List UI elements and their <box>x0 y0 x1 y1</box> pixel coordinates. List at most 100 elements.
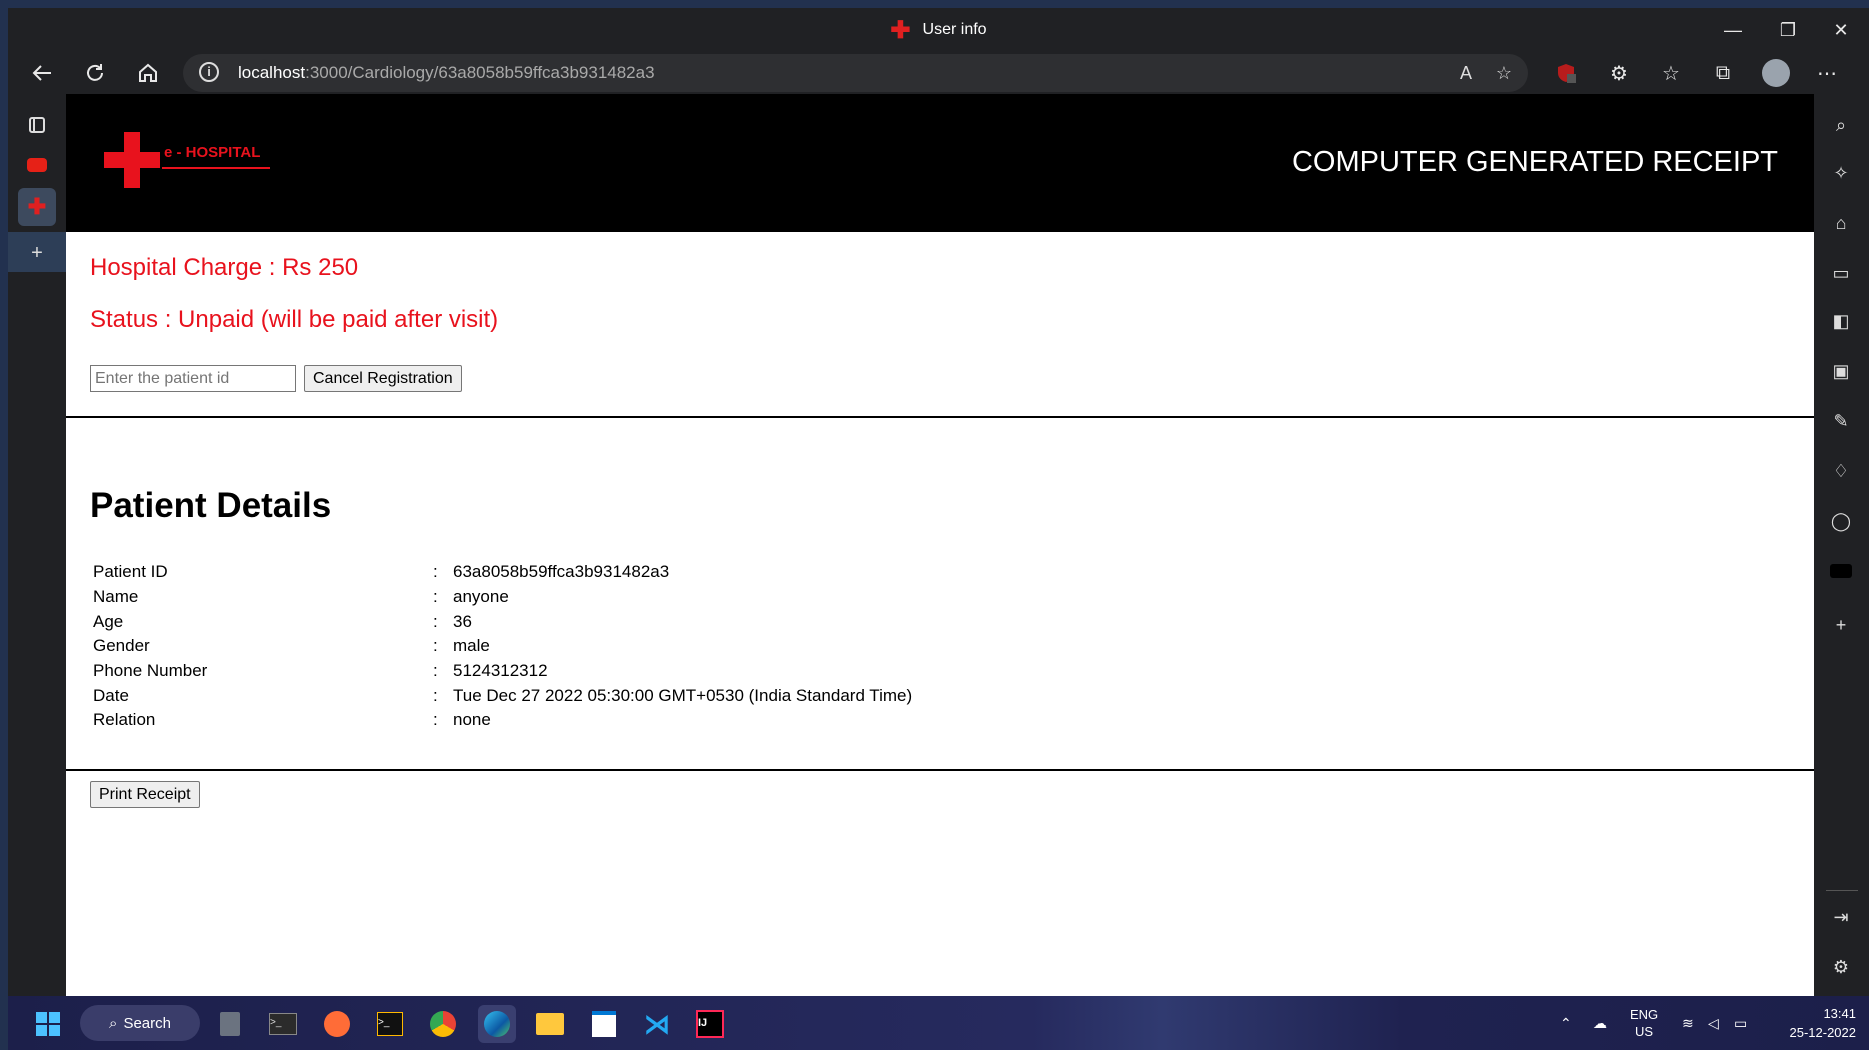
new-tab-button[interactable]: + <box>18 234 56 272</box>
url-path: :3000/Cardiology/63a8058b59ffca3b931482a… <box>305 63 655 82</box>
ellipsis-icon: ⋯ <box>1817 62 1837 85</box>
table-row: Age : 36 <box>90 609 912 634</box>
browser-title-bar: ✚ User info — ❐ ✕ <box>8 8 1869 52</box>
sidebar-search-button[interactable]: ⌕ <box>1822 106 1860 144</box>
office-icon: ◧ <box>1832 310 1850 331</box>
clock-time: 13:41 <box>1823 1006 1856 1021</box>
chrome-app[interactable] <box>424 1005 462 1043</box>
favorites-button[interactable]: ☆ <box>1651 54 1691 92</box>
restore-button[interactable]: ❐ <box>1760 8 1816 52</box>
row-label: Gender <box>93 636 150 656</box>
tab-actions-icon <box>29 117 45 133</box>
show-hidden-icons[interactable]: ⌃ <box>1560 996 1572 1050</box>
volume-tray[interactable]: ◁ <box>1708 996 1719 1050</box>
store-app[interactable] <box>585 1005 623 1043</box>
divider-bottom <box>66 769 1814 771</box>
edge-app[interactable] <box>478 1005 516 1043</box>
ublock-extension-icon[interactable] <box>1546 54 1586 92</box>
wifi-tray[interactable]: ≋ <box>1682 996 1694 1050</box>
cancel-registration-button[interactable]: Cancel Registration <box>304 365 462 392</box>
patient-details-title: Patient Details <box>90 486 332 525</box>
edge-icon <box>484 1011 510 1037</box>
web-page: e - HOSPITAL COMPUTER GENERATED RECEIPT … <box>66 94 1814 996</box>
patient-id-input[interactable] <box>90 365 296 392</box>
language-indicator[interactable]: ENG US <box>1630 996 1658 1050</box>
toolbox-icon: ▭ <box>1832 262 1850 283</box>
search-icon: ⌕ <box>1835 114 1847 135</box>
collections-button[interactable]: ⧉ <box>1703 54 1743 92</box>
url-host: localhost <box>238 63 306 82</box>
battery-icon: ▭ <box>1734 1014 1748 1031</box>
sidebar-add-button[interactable]: + <box>1822 606 1860 644</box>
url-text[interactable]: localhost:3000/Cardiology/63a8058b59ffca… <box>238 54 655 92</box>
add-favorite-icon[interactable]: ☆ <box>1491 60 1517 86</box>
outlook-icon: ▣ <box>1832 360 1850 381</box>
calculator-app[interactable] <box>211 1005 249 1043</box>
logo-underline <box>162 167 270 169</box>
back-button[interactable] <box>22 54 62 92</box>
refresh-icon <box>87 64 103 81</box>
file-explorer-app[interactable] <box>531 1005 569 1043</box>
gear-icon: ⚙ <box>1832 956 1850 977</box>
site-info-icon[interactable]: i <box>199 62 219 82</box>
cmd-app[interactable]: >_ <box>371 1005 409 1043</box>
hide-sidebar-button[interactable]: ⇥ <box>1822 898 1860 936</box>
address-bar[interactable]: i localhost:3000/Cardiology/63a8058b59ff… <box>183 54 1528 92</box>
back-arrow-icon <box>32 65 51 81</box>
profile-button[interactable] <box>1756 54 1796 92</box>
clock[interactable]: 13:41 25-12-2022 <box>1776 996 1857 1050</box>
hospital-charge: Hospital Charge : Rs 250 <box>90 254 359 281</box>
postman-icon <box>324 1011 350 1037</box>
sidebar-discover-button[interactable]: ✧ <box>1822 154 1860 192</box>
lang-top: ENG <box>1630 1007 1659 1022</box>
sidebar-whatsapp-button[interactable]: ◯ <box>1822 502 1860 540</box>
home-button[interactable] <box>128 54 168 92</box>
tab-youtube[interactable] <box>18 146 56 184</box>
read-aloud-icon[interactable]: A <box>1453 60 1479 86</box>
sidebar-games-button[interactable]: ♢ <box>1822 452 1860 490</box>
youtube-icon <box>27 158 47 172</box>
onedrive-tray[interactable]: ☁ <box>1593 996 1607 1050</box>
row-value: anyone <box>453 587 509 607</box>
sidebar-designer-button[interactable]: ✎ <box>1822 402 1860 440</box>
sidebar-tools-button[interactable]: ▭ <box>1822 254 1860 292</box>
sidebar-outlook-button[interactable]: ▣ <box>1822 352 1860 390</box>
postman-app[interactable] <box>318 1005 356 1043</box>
calculator-icon <box>220 1012 240 1036</box>
table-row: Date : Tue Dec 27 2022 05:30:00 GMT+0530… <box>90 683 912 708</box>
vscode-app[interactable]: ⋊ <box>638 1005 676 1043</box>
windows-logo-icon <box>36 1012 60 1036</box>
tag-icon: ⌂ <box>1835 212 1847 233</box>
table-row: Gender : male <box>90 634 912 659</box>
puzzle-icon: ⚙ <box>1610 62 1628 85</box>
refresh-button[interactable] <box>75 54 115 92</box>
start-button[interactable] <box>29 1005 67 1043</box>
hospital-logo[interactable]: e - HOSPITAL <box>104 132 270 188</box>
row-value: Tue Dec 27 2022 05:30:00 GMT+0530 (India… <box>453 685 913 705</box>
battery-tray[interactable]: ▭ <box>1734 996 1747 1050</box>
print-receipt-button[interactable]: Print Receipt <box>90 781 200 808</box>
more-menu-button[interactable]: ⋯ <box>1807 54 1847 92</box>
vscode-icon: ⋊ <box>644 1008 670 1039</box>
row-value: male <box>453 636 490 656</box>
sidebar-settings-button[interactable]: ⚙ <box>1822 948 1860 986</box>
tab-user-info[interactable]: ✚ <box>18 188 56 226</box>
taskbar-search[interactable]: ⌕ Search <box>80 1005 200 1041</box>
chrome-icon <box>430 1011 456 1037</box>
sidebar-shopping-button[interactable]: ⌂ <box>1822 204 1860 242</box>
minimize-button[interactable]: — <box>1705 8 1761 52</box>
tab-actions-button[interactable] <box>18 106 56 144</box>
home-icon <box>139 63 157 82</box>
sidebar-office-button[interactable]: ◧ <box>1822 302 1860 340</box>
extensions-button[interactable]: ⚙ <box>1599 54 1639 92</box>
tab-title-area[interactable]: ✚ User info <box>8 8 1869 52</box>
sidebar-youtube-button[interactable] <box>1822 552 1860 590</box>
row-separator: : <box>433 710 438 730</box>
intellij-app[interactable]: IJ <box>691 1005 729 1043</box>
terminal-app[interactable]: >_ <box>264 1005 302 1043</box>
bell-icon: ♢ <box>1832 460 1850 481</box>
row-label: Phone Number <box>93 661 208 681</box>
close-window-button[interactable]: ✕ <box>1813 8 1869 52</box>
avatar <box>1762 59 1790 87</box>
store-icon <box>592 1011 616 1037</box>
